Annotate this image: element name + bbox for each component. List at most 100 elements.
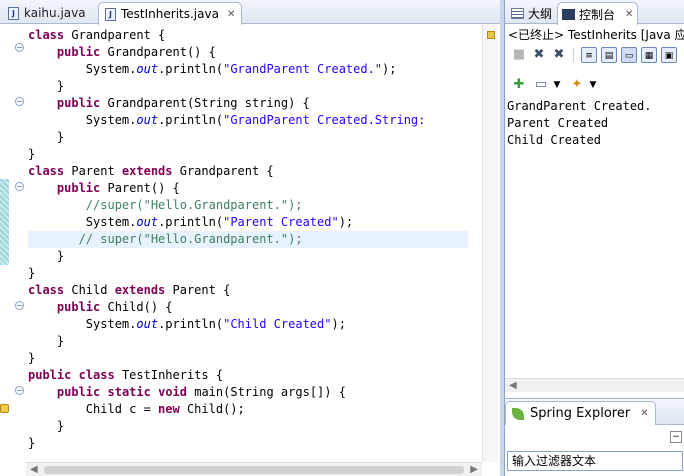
code-line[interactable]: public Child() {: [28, 299, 173, 316]
code-text-area[interactable]: class Grandparent { public Grandparent()…: [28, 27, 468, 460]
code-line[interactable]: public Parent() {: [28, 180, 180, 197]
code-token: );: [331, 317, 346, 331]
warning-marker[interactable]: [487, 31, 495, 39]
code-line[interactable]: }: [28, 435, 35, 452]
scroll-thumb[interactable]: [44, 466, 464, 474]
quick-diff-marker: [0, 179, 9, 265]
comment-token: //super("Hello.Grandparent.");: [85, 198, 303, 212]
outline-icon: [511, 7, 524, 19]
pin-console-icon[interactable]: ▣: [661, 47, 677, 63]
scroll-left-icon[interactable]: ◀: [30, 463, 38, 476]
remove-all-launches-icon[interactable]: ✖: [551, 47, 567, 63]
code-line[interactable]: class Grandparent {: [28, 27, 165, 44]
word-wrap-icon[interactable]: ▭: [621, 47, 637, 63]
show-on-output-icon[interactable]: ▦: [641, 47, 657, 63]
code-line[interactable]: System.out.println("GrandParent Created.…: [28, 61, 397, 78]
code-line[interactable]: }: [28, 350, 35, 367]
console-view: 大纲 控制台 ✕ <已终止> TestInherits [Java 应用 ■ ✖…: [504, 0, 684, 398]
code-token: main(String args[]) {: [187, 385, 346, 399]
console-line: GrandParent Created.: [507, 99, 652, 113]
tab-outline[interactable]: 大纲: [507, 2, 556, 24]
remove-launch-icon[interactable]: ✖: [531, 47, 547, 63]
display-console-icon[interactable]: ▭: [533, 77, 549, 93]
fold-collapse-icon[interactable]: −: [15, 97, 24, 106]
code-token: );: [382, 62, 397, 76]
tab-kaihu-java[interactable]: J kaihu.java: [2, 2, 92, 24]
string-token: "GrandParent Created.String:: [223, 113, 426, 127]
editor-tab-bar: J kaihu.java J TestInherits.java ✕: [0, 0, 500, 25]
clear-console-icon[interactable]: ≡: [581, 47, 597, 63]
code-line[interactable]: System.out.println("Child Created");: [28, 316, 346, 333]
field-token: out: [136, 215, 159, 229]
keyword-token: public: [56, 385, 101, 399]
field-token: out: [136, 62, 159, 76]
code-line[interactable]: }: [28, 265, 35, 282]
code-line[interactable]: public Grandparent() {: [28, 44, 216, 61]
code-line[interactable]: // super("Hello.Grandparent.");: [28, 231, 468, 248]
code-line[interactable]: public Grandparent(String string) {: [28, 95, 310, 112]
separator: [573, 48, 574, 62]
close-icon[interactable]: ✕: [227, 9, 235, 20]
scroll-right-icon[interactable]: ▶: [470, 463, 478, 476]
code-line[interactable]: class Parent extends Grandparent {: [28, 163, 274, 180]
code-token: .println(: [158, 317, 224, 331]
code-line[interactable]: class Child extends Parent {: [28, 282, 230, 299]
view-tab-bar: 大纲 控制台 ✕: [505, 0, 684, 25]
code-line[interactable]: }: [28, 129, 64, 146]
scroll-lock-icon[interactable]: ▤: [601, 47, 617, 63]
pin-icon[interactable]: ✚: [511, 77, 527, 93]
java-file-icon: J: [105, 7, 116, 21]
code-line[interactable]: }: [28, 248, 64, 265]
code-line[interactable]: System.out.println("Parent Created");: [28, 214, 353, 231]
code-line[interactable]: }: [28, 78, 64, 95]
fold-collapse-icon[interactable]: −: [15, 182, 24, 191]
code-token: );: [338, 215, 354, 229]
terminate-icon[interactable]: ■: [511, 47, 527, 63]
code-line[interactable]: Child c = new Child();: [28, 401, 245, 418]
tab-spring-explorer[interactable]: Spring Explorer ✕: [505, 401, 656, 425]
chevron-down-icon[interactable]: ▼: [549, 77, 565, 93]
fold-collapse-icon[interactable]: −: [15, 301, 24, 310]
code-line[interactable]: public static void main(String args[]) {: [28, 384, 346, 401]
code-line[interactable]: }: [28, 418, 64, 435]
code-token: }: [28, 249, 65, 263]
horizontal-scrollbar[interactable]: ◀ ▶: [26, 462, 482, 476]
code-token: }: [28, 334, 65, 348]
overview-ruler[interactable]: [482, 25, 498, 462]
keyword-token: class: [28, 28, 65, 42]
filter-input[interactable]: 输入过滤器文本: [507, 451, 683, 471]
code-line[interactable]: System.out.println("GrandParent Created.…: [28, 112, 426, 129]
fold-collapse-icon[interactable]: −: [15, 386, 24, 395]
code-token: TestInherits {: [114, 368, 224, 382]
code-token: Child c =: [28, 402, 159, 416]
tab-console[interactable]: 控制台 ✕: [557, 2, 639, 25]
code-token: Grandparent() {: [100, 45, 216, 59]
keyword-token: public: [56, 300, 101, 314]
console-horizontal-scrollbar[interactable]: ◀: [505, 378, 684, 392]
code-token: .println(: [158, 62, 224, 76]
code-editor[interactable]: J kaihu.java J TestInherits.java ✕ − − −…: [0, 0, 500, 476]
fold-collapse-icon[interactable]: −: [15, 43, 24, 52]
close-icon[interactable]: ✕: [625, 9, 633, 20]
close-icon[interactable]: ✕: [640, 408, 648, 419]
console-output[interactable]: GrandParent Created. Parent Created Chil…: [507, 98, 684, 378]
code-line[interactable]: }: [28, 333, 64, 350]
code-line[interactable]: //super("Hello.Grandparent.");: [28, 197, 303, 214]
code-line[interactable]: public class TestInherits {: [28, 367, 223, 384]
warning-icon[interactable]: [0, 404, 9, 413]
code-line[interactable]: }: [28, 146, 35, 163]
keyword-token: public: [56, 45, 101, 59]
code-token: }: [28, 130, 65, 144]
code-token: Parent {: [165, 283, 231, 297]
chevron-down-icon[interactable]: ▼: [585, 77, 601, 93]
collapse-all-icon[interactable]: −: [670, 431, 682, 443]
tab-label: kaihu.java: [24, 6, 86, 20]
code-token: }: [28, 351, 36, 365]
scroll-left-icon[interactable]: ◀: [509, 379, 517, 393]
folding-ruler: − − − − −: [12, 25, 26, 462]
keyword-token: public: [56, 96, 101, 110]
tab-testinherits-java[interactable]: J TestInherits.java ✕: [98, 2, 243, 25]
open-console-icon[interactable]: ✦: [569, 77, 585, 93]
